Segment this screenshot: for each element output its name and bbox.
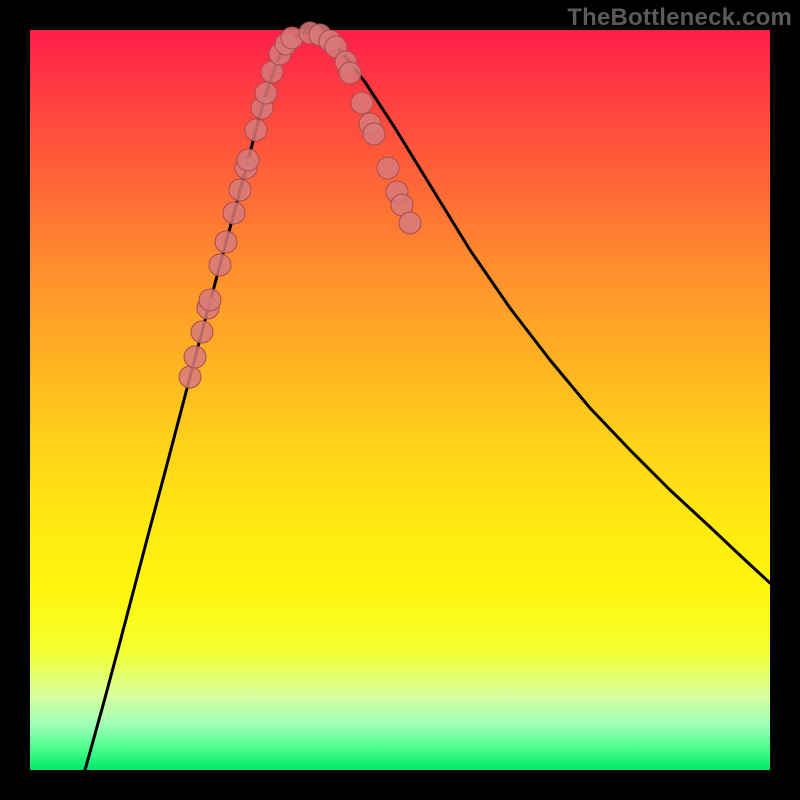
data-point xyxy=(255,82,277,104)
bottleneck-curve xyxy=(85,32,770,770)
plot-area xyxy=(30,30,770,770)
data-point xyxy=(184,346,206,368)
data-point xyxy=(377,157,399,179)
data-point xyxy=(191,321,213,343)
watermark-text: TheBottleneck.com xyxy=(567,4,792,32)
data-point xyxy=(339,62,361,84)
marker-layer xyxy=(179,22,421,388)
data-point xyxy=(237,149,259,171)
data-point xyxy=(229,179,251,201)
data-point xyxy=(223,202,245,224)
data-point xyxy=(215,231,237,253)
chart-overlay xyxy=(30,30,770,770)
data-point xyxy=(245,119,267,141)
data-point xyxy=(363,123,385,145)
data-point xyxy=(399,212,421,234)
data-point xyxy=(199,289,221,311)
data-point xyxy=(351,92,373,114)
data-point xyxy=(179,366,201,388)
curve-layer xyxy=(85,32,770,770)
data-point xyxy=(209,254,231,276)
chart-frame: TheBottleneck.com xyxy=(0,0,800,800)
